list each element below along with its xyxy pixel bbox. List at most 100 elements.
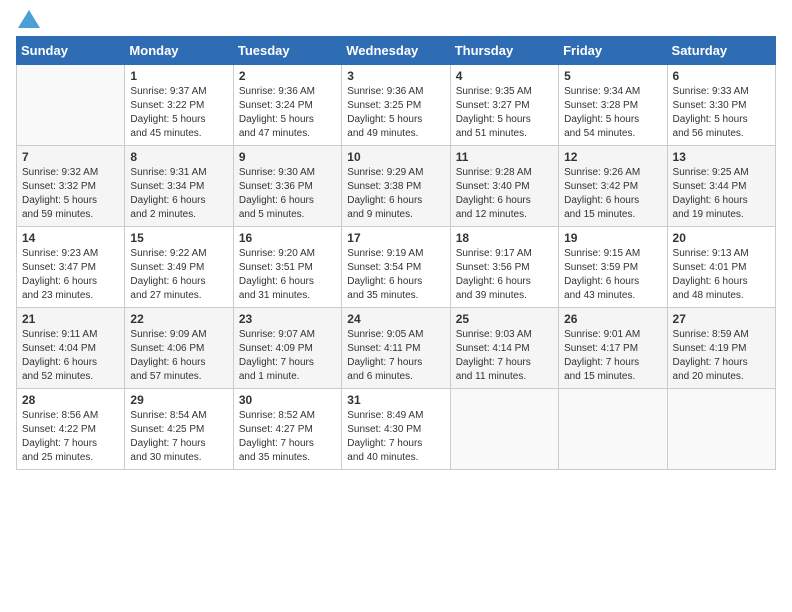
day-info: Sunrise: 9:05 AM Sunset: 4:11 PM Dayligh… — [347, 328, 444, 384]
day-info: Sunrise: 9:33 AM Sunset: 3:30 PM Dayligh… — [673, 85, 770, 141]
week-row-3: 21 Sunrise: 9:11 AM Sunset: 4:04 PM Dayli… — [17, 308, 776, 389]
day-info: Sunrise: 9:22 AM Sunset: 3:49 PM Dayligh… — [130, 247, 227, 303]
day-info: Sunrise: 9:23 AM Sunset: 3:47 PM Dayligh… — [22, 247, 119, 303]
calendar-body: 1Sunrise: 9:37 AM Sunset: 3:22 PM Daylig… — [17, 65, 776, 470]
day-info: Sunrise: 9:19 AM Sunset: 3:54 PM Dayligh… — [347, 247, 444, 303]
calendar-cell: 11Sunrise: 9:28 AM Sunset: 3:40 PM Dayli… — [450, 146, 558, 227]
calendar-cell: 9Sunrise: 9:30 AM Sunset: 3:36 PM Daylig… — [233, 146, 341, 227]
calendar-cell: 28Sunrise: 8:56 AM Sunset: 4:22 PM Dayli… — [17, 389, 125, 470]
logo — [16, 16, 40, 28]
calendar-cell — [559, 389, 667, 470]
day-number: 31 — [347, 393, 444, 407]
calendar-cell: 26 Sunrise: 9:01 AM Sunset: 4:17 PM Dayli… — [559, 308, 667, 389]
day-number: 13 — [673, 150, 770, 164]
header-row: SundayMondayTuesdayWednesdayThursdayFrid… — [17, 37, 776, 65]
day-info: Sunrise: 9:09 AM Sunset: 4:06 PM Dayligh… — [130, 328, 227, 384]
calendar-cell: 29 Sunrise: 8:54 AM Sunset: 4:25 PM Dayli… — [125, 389, 233, 470]
day-number: 25 — [456, 312, 553, 326]
day-info: Sunrise: 9:11 AM Sunset: 4:04 PM Dayligh… — [22, 328, 119, 384]
header-cell-friday: Friday — [559, 37, 667, 65]
day-number: 19 — [564, 231, 661, 245]
day-number: 12 — [564, 150, 661, 164]
calendar-cell: 12 Sunrise: 9:26 AM Sunset: 3:42 PM Dayli… — [559, 146, 667, 227]
day-info: Sunrise: 9:07 AM Sunset: 4:09 PM Dayligh… — [239, 328, 336, 384]
day-info: Sunrise: 9:28 AM Sunset: 3:40 PM Dayligh… — [456, 166, 553, 222]
calendar-cell: 20 Sunrise: 9:13 AM Sunset: 4:01 PM Dayli… — [667, 227, 775, 308]
logo-icon — [18, 10, 40, 28]
day-number: 15 — [130, 231, 227, 245]
day-info: Sunrise: 9:29 AM Sunset: 3:38 PM Dayligh… — [347, 166, 444, 222]
calendar-cell: 18Sunrise: 9:17 AM Sunset: 3:56 PM Dayli… — [450, 227, 558, 308]
calendar-cell: 13 Sunrise: 9:25 AM Sunset: 3:44 PM Dayli… — [667, 146, 775, 227]
week-row-2: 14 Sunrise: 9:23 AM Sunset: 3:47 PM Dayli… — [17, 227, 776, 308]
day-number: 29 — [130, 393, 227, 407]
day-info: Sunrise: 9:26 AM Sunset: 3:42 PM Dayligh… — [564, 166, 661, 222]
calendar-header: SundayMondayTuesdayWednesdayThursdayFrid… — [17, 37, 776, 65]
calendar-cell: 10Sunrise: 9:29 AM Sunset: 3:38 PM Dayli… — [342, 146, 450, 227]
calendar-cell: 1Sunrise: 9:37 AM Sunset: 3:22 PM Daylig… — [125, 65, 233, 146]
day-number: 8 — [130, 150, 227, 164]
calendar-cell: 15 Sunrise: 9:22 AM Sunset: 3:49 PM Dayli… — [125, 227, 233, 308]
day-info: Sunrise: 8:59 AM Sunset: 4:19 PM Dayligh… — [673, 328, 770, 384]
day-info: Sunrise: 8:49 AM Sunset: 4:30 PM Dayligh… — [347, 409, 444, 465]
calendar-cell: 17 Sunrise: 9:19 AM Sunset: 3:54 PM Dayli… — [342, 227, 450, 308]
day-info: Sunrise: 9:36 AM Sunset: 3:24 PM Dayligh… — [239, 85, 336, 141]
day-number: 23 — [239, 312, 336, 326]
header-cell-wednesday: Wednesday — [342, 37, 450, 65]
day-number: 14 — [22, 231, 119, 245]
day-number: 24 — [347, 312, 444, 326]
day-number: 17 — [347, 231, 444, 245]
day-info: Sunrise: 9:25 AM Sunset: 3:44 PM Dayligh… — [673, 166, 770, 222]
day-info: Sunrise: 9:15 AM Sunset: 3:59 PM Dayligh… — [564, 247, 661, 303]
day-info: Sunrise: 9:35 AM Sunset: 3:27 PM Dayligh… — [456, 85, 553, 141]
day-number: 30 — [239, 393, 336, 407]
header-cell-thursday: Thursday — [450, 37, 558, 65]
day-number: 21 — [22, 312, 119, 326]
header-cell-sunday: Sunday — [17, 37, 125, 65]
calendar-cell: 30 Sunrise: 8:52 AM Sunset: 4:27 PM Dayli… — [233, 389, 341, 470]
calendar-cell: 25Sunrise: 9:03 AM Sunset: 4:14 PM Dayli… — [450, 308, 558, 389]
header-cell-saturday: Saturday — [667, 37, 775, 65]
day-info: Sunrise: 9:17 AM Sunset: 3:56 PM Dayligh… — [456, 247, 553, 303]
day-number: 26 — [564, 312, 661, 326]
day-info: Sunrise: 9:20 AM Sunset: 3:51 PM Dayligh… — [239, 247, 336, 303]
calendar-cell: 23 Sunrise: 9:07 AM Sunset: 4:09 PM Dayli… — [233, 308, 341, 389]
day-number: 2 — [239, 69, 336, 83]
day-number: 22 — [130, 312, 227, 326]
week-row-0: 1Sunrise: 9:37 AM Sunset: 3:22 PM Daylig… — [17, 65, 776, 146]
header-cell-monday: Monday — [125, 37, 233, 65]
calendar-cell: 5Sunrise: 9:34 AM Sunset: 3:28 PM Daylig… — [559, 65, 667, 146]
day-info: Sunrise: 9:32 AM Sunset: 3:32 PM Dayligh… — [22, 166, 119, 222]
calendar-cell — [667, 389, 775, 470]
day-number: 3 — [347, 69, 444, 83]
day-number: 27 — [673, 312, 770, 326]
day-info: Sunrise: 8:54 AM Sunset: 4:25 PM Dayligh… — [130, 409, 227, 465]
calendar-cell: 6Sunrise: 9:33 AM Sunset: 3:30 PM Daylig… — [667, 65, 775, 146]
calendar-cell: 31 Sunrise: 8:49 AM Sunset: 4:30 PM Dayli… — [342, 389, 450, 470]
calendar-cell: 2 Sunrise: 9:36 AM Sunset: 3:24 PM Daylig… — [233, 65, 341, 146]
day-info: Sunrise: 9:13 AM Sunset: 4:01 PM Dayligh… — [673, 247, 770, 303]
day-number: 16 — [239, 231, 336, 245]
week-row-4: 28Sunrise: 8:56 AM Sunset: 4:22 PM Dayli… — [17, 389, 776, 470]
day-number: 7 — [22, 150, 119, 164]
header-cell-tuesday: Tuesday — [233, 37, 341, 65]
calendar-cell: 3 Sunrise: 9:36 AM Sunset: 3:25 PM Daylig… — [342, 65, 450, 146]
day-number: 20 — [673, 231, 770, 245]
calendar-cell: 24 Sunrise: 9:05 AM Sunset: 4:11 PM Dayli… — [342, 308, 450, 389]
day-info: Sunrise: 9:36 AM Sunset: 3:25 PM Dayligh… — [347, 85, 444, 141]
day-info: Sunrise: 9:37 AM Sunset: 3:22 PM Dayligh… — [130, 85, 227, 141]
day-info: Sunrise: 9:01 AM Sunset: 4:17 PM Dayligh… — [564, 328, 661, 384]
day-info: Sunrise: 8:52 AM Sunset: 4:27 PM Dayligh… — [239, 409, 336, 465]
calendar-cell: 4Sunrise: 9:35 AM Sunset: 3:27 PM Daylig… — [450, 65, 558, 146]
calendar-cell — [450, 389, 558, 470]
calendar-cell: 21 Sunrise: 9:11 AM Sunset: 4:04 PM Dayli… — [17, 308, 125, 389]
calendar-cell: 16 Sunrise: 9:20 AM Sunset: 3:51 PM Dayli… — [233, 227, 341, 308]
week-row-1: 7 Sunrise: 9:32 AM Sunset: 3:32 PM Daylig… — [17, 146, 776, 227]
day-info: Sunrise: 9:34 AM Sunset: 3:28 PM Dayligh… — [564, 85, 661, 141]
day-info: Sunrise: 9:31 AM Sunset: 3:34 PM Dayligh… — [130, 166, 227, 222]
calendar-cell: 19 Sunrise: 9:15 AM Sunset: 3:59 PM Dayli… — [559, 227, 667, 308]
calendar-cell: 8 Sunrise: 9:31 AM Sunset: 3:34 PM Daylig… — [125, 146, 233, 227]
day-number: 9 — [239, 150, 336, 164]
calendar-cell: 27 Sunrise: 8:59 AM Sunset: 4:19 PM Dayli… — [667, 308, 775, 389]
day-info: Sunrise: 8:56 AM Sunset: 4:22 PM Dayligh… — [22, 409, 119, 465]
